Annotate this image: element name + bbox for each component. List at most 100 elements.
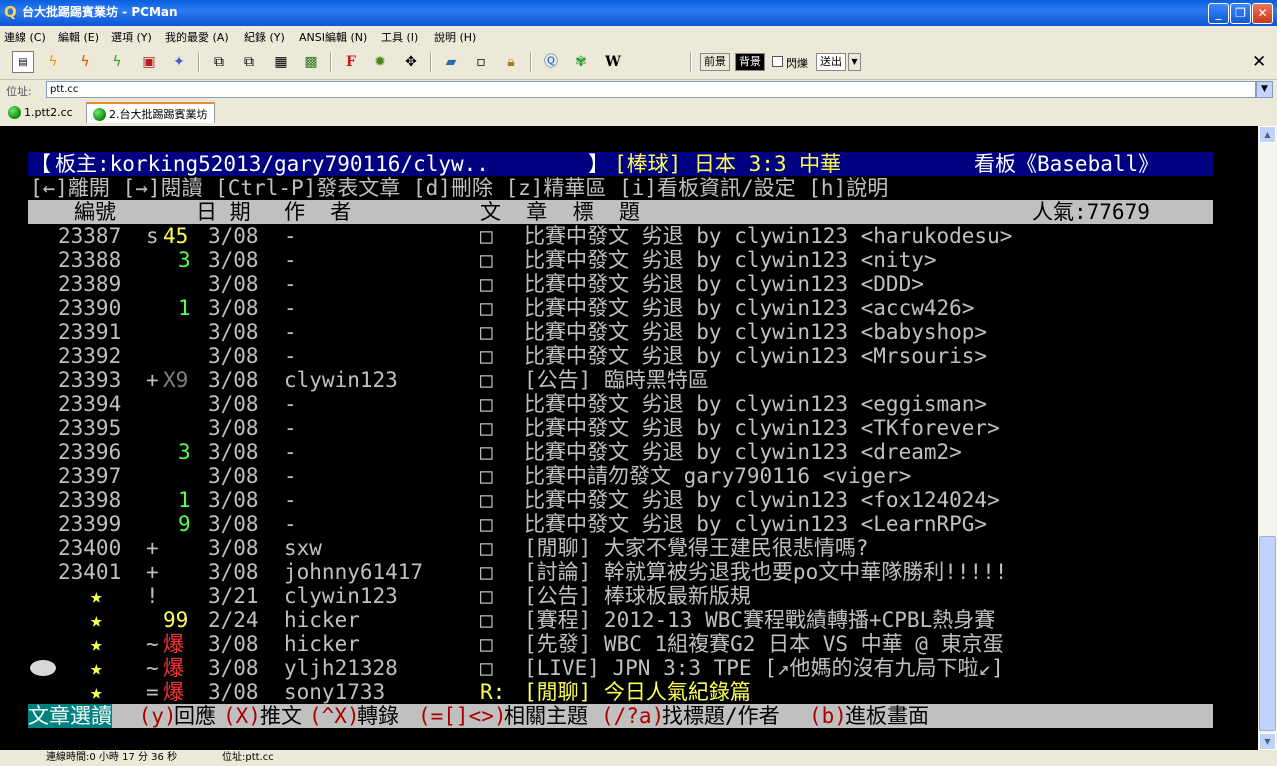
maximize-button[interactable]: ❐ bbox=[1230, 3, 1251, 24]
pinned-star-icon: ★ bbox=[90, 632, 103, 656]
article-date: 3/08 bbox=[208, 248, 259, 272]
move-icon[interactable]: ✥ bbox=[400, 51, 422, 73]
scroll-up-icon[interactable]: ▲ bbox=[1259, 126, 1276, 143]
push-count: 爆 bbox=[163, 680, 184, 704]
push-count: 爆 bbox=[163, 632, 184, 656]
close-button[interactable]: ✕ bbox=[1252, 3, 1273, 24]
article-row[interactable]: 23401 +3/08 johnny61417 □ [討論] 幹就算被劣退我也要po文中… bbox=[0, 560, 1258, 584]
article-row[interactable]: 23387 s 45 3/08 - □ 比賽中發文 劣退 by clywin123 <har… bbox=[0, 224, 1258, 248]
article-date: 3/21 bbox=[208, 584, 259, 608]
menu-log[interactable]: 紀錄 (Y) bbox=[244, 29, 285, 45]
article-row[interactable]: 23391 3/08 - □ 比賽中發文 劣退 by clywin123 <babysh… bbox=[0, 320, 1258, 344]
background-color-button[interactable]: 背景 bbox=[735, 53, 765, 71]
terminal-scrollbar[interactable]: ▲ ▼ bbox=[1258, 126, 1277, 750]
article-row[interactable]: 23396 3 3/08 - □ 比賽中發文 劣退 by clywin123 <dream… bbox=[0, 440, 1258, 464]
article-row[interactable]: ★ ~ 爆 3/08 hicker □ [先發] WBC 1組複賽G2 日本 VS 中華 @… bbox=[0, 632, 1258, 656]
article-row[interactable]: 23398 1 3/08 - □ 比賽中發文 劣退 by clywin123 <fox12… bbox=[0, 488, 1258, 512]
foreground-color-button[interactable]: 前景 bbox=[700, 53, 730, 71]
menu-favorites[interactable]: 我的最愛 (A) bbox=[165, 29, 229, 45]
article-mark: + bbox=[146, 536, 159, 560]
article-type: R: bbox=[480, 680, 506, 704]
tab-ptt[interactable]: 2.台大批踢踢賓業坊 bbox=[86, 102, 215, 123]
search-q-icon[interactable]: Ⓠ bbox=[540, 51, 562, 73]
lock-icon[interactable]: 🔒︎ bbox=[500, 51, 522, 73]
article-row[interactable]: ★ = 爆 3/08 sony1733 R: [閒聊] 今日人氣紀錄篇 bbox=[0, 680, 1258, 704]
copy-ansi-icon[interactable]: ⧉ bbox=[238, 51, 260, 73]
address-dropdown-icon[interactable]: ▼ bbox=[1256, 81, 1273, 98]
menu-bar: 連線 (C) 編輯 (E) 選項 (Y) 我的最愛 (A) 紀錄 (Y) ANS… bbox=[0, 26, 1277, 45]
sites-list-icon[interactable]: ▤ bbox=[12, 51, 34, 73]
menu-edit[interactable]: 編輯 (E) bbox=[58, 29, 99, 45]
menu-connect[interactable]: 連線 (C) bbox=[4, 29, 46, 45]
article-title: 比賽中發文 劣退 by clywin123 <fox124024> bbox=[524, 488, 1000, 512]
flower-icon[interactable]: ✾ bbox=[570, 51, 592, 73]
help-keys-row: [←]離開 [→]閱讀 [Ctrl-P]發表文章 [d]刪除 [z]精華區 [i… bbox=[0, 176, 1258, 200]
connect-icon[interactable]: ϟ bbox=[42, 51, 64, 73]
menu-help[interactable]: 說明 (H) bbox=[434, 29, 476, 45]
scroll-down-icon[interactable]: ▼ bbox=[1259, 733, 1276, 750]
column-header: 編號 日 期 作 者 文 章 標 題 人氣:77679 bbox=[0, 200, 1258, 224]
article-author: - bbox=[284, 344, 297, 368]
blink-checkbox[interactable] bbox=[772, 56, 783, 67]
send-dropdown-icon[interactable]: ▼ bbox=[848, 53, 861, 71]
article-date: 3/08 bbox=[208, 632, 259, 656]
add-favorite-icon[interactable]: ✦ bbox=[168, 51, 190, 73]
article-author: - bbox=[284, 248, 297, 272]
font-icon[interactable]: F bbox=[340, 51, 362, 73]
menu-ansi-edit[interactable]: ANSI編輯 (N) bbox=[299, 29, 367, 45]
article-row[interactable]: 23397 3/08 - □ 比賽中請勿發文 gary790116 <viger> bbox=[0, 464, 1258, 488]
paste-icon[interactable]: ▦ bbox=[270, 51, 292, 73]
article-row[interactable]: 23394 3/08 - □ 比賽中發文 劣退 by clywin123 <eggism… bbox=[0, 392, 1258, 416]
article-number: 23394 bbox=[58, 392, 122, 416]
address-input[interactable]: ptt.cc bbox=[46, 81, 1256, 98]
terminal-screen[interactable]: 【板主:korking52013/gary790116/clyw.. 】 [棒球] … bbox=[0, 126, 1258, 750]
mouse-cursor-icon bbox=[30, 660, 56, 676]
menu-options[interactable]: 選項 (Y) bbox=[111, 29, 152, 45]
image-viewer-icon[interactable]: ▰ bbox=[440, 51, 462, 73]
article-mark: + bbox=[146, 368, 159, 392]
send-button[interactable]: 送出 bbox=[816, 53, 846, 71]
article-date: 3/08 bbox=[208, 488, 259, 512]
emoticon-icon[interactable]: ▫ bbox=[470, 51, 492, 73]
scroll-thumb[interactable] bbox=[1259, 536, 1276, 731]
article-row[interactable]: ★ ~ 爆 3/08 yljh21328 □ [LIVE] JPN 3:3 TPE [↗他媽… bbox=[0, 656, 1258, 680]
article-row[interactable]: ★ 99 2/24 hicker □ [賽程] 2012-13 WBC賽程戰績轉播+CPB… bbox=[0, 608, 1258, 632]
article-row[interactable]: 23393 + X9 3/08 clywin123 □ [公告] 臨時黑特區 bbox=[0, 368, 1258, 392]
article-type: □ bbox=[480, 512, 493, 536]
footer-p2: 回應 bbox=[174, 704, 216, 728]
disconnect-icon[interactable]: ϟ bbox=[74, 51, 96, 73]
article-row[interactable]: 23399 9 3/08 - □ 比賽中發文 劣退 by clywin123 <Learn… bbox=[0, 512, 1258, 536]
article-author: sony1733 bbox=[284, 680, 386, 704]
copy-icon[interactable]: ⧉ bbox=[208, 51, 230, 73]
article-mark: ! bbox=[146, 584, 159, 608]
article-row[interactable]: 23389 3/08 - □ 比賽中發文 劣退 by clywin123 <DDD> bbox=[0, 272, 1258, 296]
push-count: 3 bbox=[178, 248, 191, 272]
settings-gear-icon[interactable]: ✹ bbox=[369, 51, 391, 73]
article-title: [閒聊] 今日人氣紀錄篇 bbox=[524, 680, 751, 704]
article-row[interactable]: 23390 1 3/08 - □ 比賽中發文 劣退 by clywin123 <accw4… bbox=[0, 296, 1258, 320]
close-tab-icon[interactable]: ▣ bbox=[138, 51, 160, 73]
select-all-icon[interactable]: ▩ bbox=[300, 51, 322, 73]
pinned-star-icon: ★ bbox=[90, 656, 103, 680]
reconnect-icon[interactable]: ϟ bbox=[106, 51, 128, 73]
wikipedia-icon[interactable]: W bbox=[602, 51, 624, 73]
article-date: 2/24 bbox=[208, 608, 259, 632]
article-number: 23387 bbox=[58, 224, 122, 248]
article-row[interactable]: ★! 3/21 clywin123 □ [公告] 棒球板最新版規 bbox=[0, 584, 1258, 608]
article-row[interactable]: 23388 3 3/08 - □ 比賽中發文 劣退 by clywin123 <nity> bbox=[0, 248, 1258, 272]
article-row[interactable]: 23400 +3/08 sxw □ [閒聊] 大家不覺得王建民很悲情嗎? bbox=[0, 536, 1258, 560]
article-title: [討論] 幹就算被劣退我也要po文中華隊勝利!!!!! bbox=[524, 560, 1008, 584]
article-type: □ bbox=[480, 584, 493, 608]
col-date: 日 期 bbox=[196, 200, 251, 224]
tab-label: 1.ptt2.cc bbox=[24, 106, 73, 119]
tab-ptt2[interactable]: 1.ptt2.cc bbox=[2, 102, 79, 123]
close-toolbar-icon[interactable]: ✕ bbox=[1252, 52, 1266, 72]
article-author: - bbox=[284, 464, 297, 488]
menu-tools[interactable]: 工具 (I) bbox=[381, 29, 418, 45]
article-number: 23390 bbox=[58, 296, 122, 320]
article-author: - bbox=[284, 488, 297, 512]
article-type: □ bbox=[480, 272, 493, 296]
article-row[interactable]: 23395 3/08 - □ 比賽中發文 劣退 by clywin123 <TKfore… bbox=[0, 416, 1258, 440]
article-row[interactable]: 23392 3/08 - □ 比賽中發文 劣退 by clywin123 <Mrsour… bbox=[0, 344, 1258, 368]
minimize-button[interactable]: _ bbox=[1208, 3, 1229, 24]
